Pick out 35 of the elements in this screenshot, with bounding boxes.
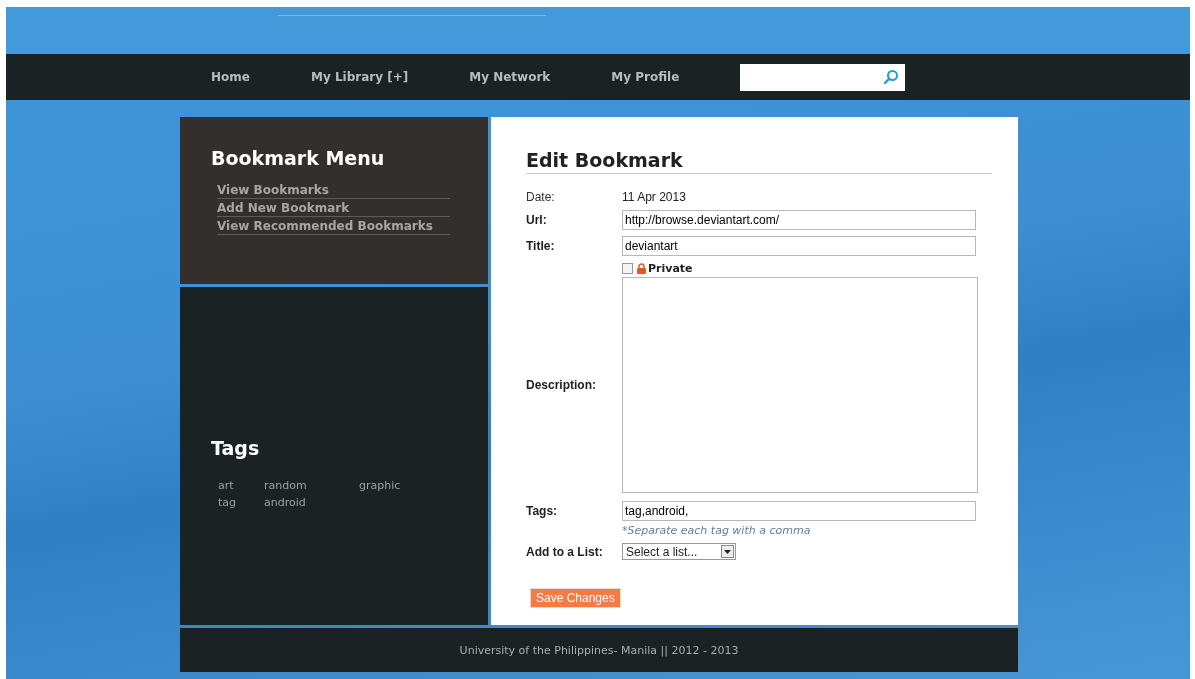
nav-link[interactable]: Home bbox=[211, 70, 250, 84]
field-label: Description: bbox=[526, 378, 597, 392]
field-label: Add to a List: bbox=[526, 544, 604, 559]
list-dropdown[interactable]: Select a list... bbox=[622, 543, 736, 560]
tag-link[interactable]: random bbox=[264, 479, 359, 492]
tags-hint: *Separate each tag with a comma bbox=[622, 524, 811, 537]
menu-link[interactable]: View Bookmarks bbox=[217, 181, 450, 199]
menu-link[interactable]: Add New Bookmark bbox=[217, 199, 450, 217]
footer-text: University of the Philippines- Manila || 2012 - 2013 bbox=[459, 643, 739, 657]
private-label: Private bbox=[648, 262, 693, 275]
lock-icon bbox=[637, 263, 646, 274]
title-field[interactable]: deviantart bbox=[622, 236, 976, 256]
private-checkbox[interactable] bbox=[622, 263, 633, 274]
tag-link[interactable]: tag bbox=[218, 496, 264, 509]
field-label: Tags: bbox=[526, 504, 559, 518]
field-label: Date: bbox=[526, 190, 556, 204]
caret-icon bbox=[724, 549, 731, 554]
field-label: Url: bbox=[526, 213, 548, 227]
tag-link[interactable]: graphic bbox=[359, 479, 488, 492]
search-icon[interactable] bbox=[883, 69, 900, 85]
tag-link[interactable]: android bbox=[264, 496, 359, 509]
url-field[interactable]: http://browse.deviantart.com/ bbox=[622, 210, 976, 230]
description-field[interactable] bbox=[622, 277, 978, 493]
nav-link[interactable]: My Profile bbox=[611, 70, 680, 84]
nav-link[interactable]: My Library [+] bbox=[310, 70, 409, 84]
date-value: 11 Apr 2013 bbox=[622, 190, 686, 204]
nav-link[interactable]: My Network bbox=[469, 70, 551, 84]
menu-title: Bookmark Menu bbox=[211, 147, 386, 169]
field-label: Title: bbox=[526, 239, 556, 253]
search-field[interactable] bbox=[740, 63, 906, 91]
tags-title: Tags bbox=[211, 437, 261, 459]
tag-link[interactable]: art bbox=[218, 479, 264, 492]
page-heading: Edit Bookmark bbox=[526, 149, 992, 174]
tags-field[interactable]: tag,android, bbox=[622, 501, 976, 521]
menu-link[interactable]: View Recommended Bookmarks bbox=[217, 217, 450, 235]
